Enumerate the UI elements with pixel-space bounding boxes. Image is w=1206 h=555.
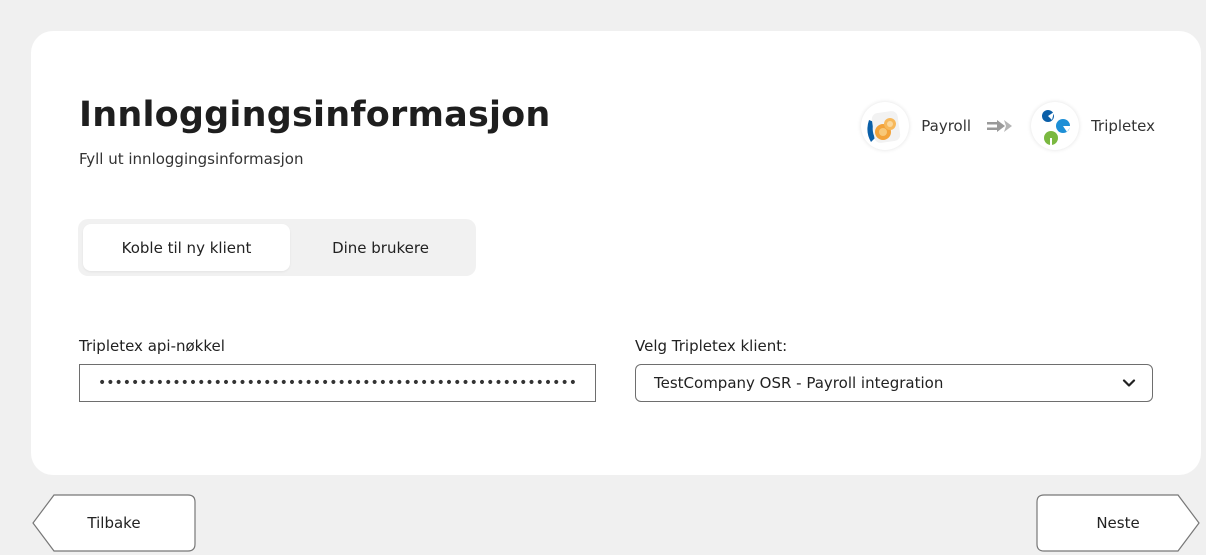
tab-your-users[interactable]: Dine brukere <box>290 224 471 271</box>
back-button-label: Tilbake <box>87 514 141 532</box>
payroll-label: Payroll <box>921 117 972 135</box>
back-button[interactable]: Tilbake <box>32 494 196 552</box>
next-button-label: Neste <box>1096 514 1140 532</box>
page-title: Innloggingsinformasjon <box>79 95 551 135</box>
api-key-input[interactable] <box>79 364 596 402</box>
tripletex-logo-icon <box>1031 102 1080 150</box>
page-subtitle: Fyll ut innloggingsinformasjon <box>79 150 304 168</box>
integration-indicator: Payroll Tripletex <box>861 100 1155 152</box>
tab-bar: Koble til ny klient Dine brukere <box>78 219 476 276</box>
client-select-label: Velg Tripletex klient: <box>635 337 788 355</box>
next-button[interactable]: Neste <box>1036 494 1200 552</box>
tab-new-client[interactable]: Koble til ny klient <box>83 224 290 271</box>
client-select-value: TestCompany OSR - Payroll integration <box>654 374 944 392</box>
tripletex-label: Tripletex <box>1091 117 1155 135</box>
client-select[interactable]: TestCompany OSR - Payroll integration <box>635 364 1153 402</box>
double-arrow-right-icon <box>987 119 1017 133</box>
login-card: Innloggingsinformasjon Fyll ut innloggin… <box>31 31 1201 475</box>
chevron-down-icon <box>1122 374 1136 392</box>
payroll-logo-icon <box>861 102 910 150</box>
api-key-label: Tripletex api-nøkkel <box>79 337 225 355</box>
